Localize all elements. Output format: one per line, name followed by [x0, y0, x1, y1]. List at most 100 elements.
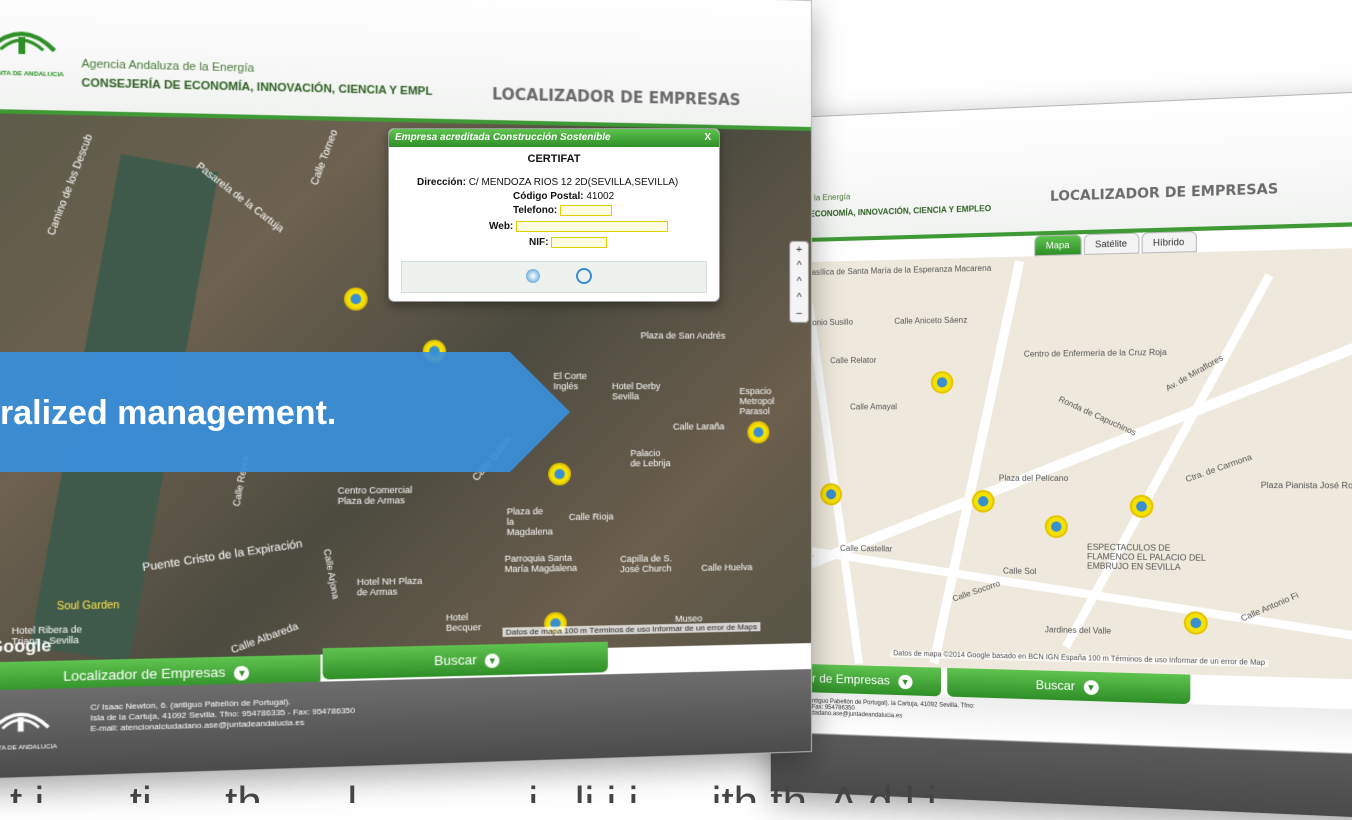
junta-andalucia-logo — [0, 21, 59, 66]
map-label: Plaza de San Andrés — [640, 330, 726, 341]
road-map[interactable]: Basílica de Santa María de la Esperanza … — [770, 247, 1352, 681]
caption-text: t i ti th l i li i i ith th A d l i — [10, 778, 937, 803]
popup-actions — [401, 261, 707, 293]
map-label: Calle Castellar — [840, 543, 893, 554]
map-label: Calle Aniceto Sáenz — [894, 315, 968, 326]
back-window-header: a de la Energía DE ECONOMÍA, INNOVACIÓN,… — [770, 91, 1352, 243]
agency-name: Agencia Andaluza de la Energía — [81, 57, 255, 75]
map-label: Calle Laraña — [673, 421, 725, 432]
zoom-magnifier-icon[interactable] — [576, 268, 592, 284]
map-label: Calle Albareda — [229, 620, 301, 657]
map-label: Basílica de Santa María de la Esperanza … — [806, 263, 992, 278]
nav-search-label: Buscar — [1035, 677, 1076, 694]
map-label: Jardines del Valle — [1044, 624, 1112, 636]
tab-satellite[interactable]: Satélite — [1083, 232, 1139, 256]
address-row: Dirección: C/ MENDOZA RIOS 12 2D(SEVILLA… — [417, 177, 678, 188]
map-label: Ctra. de Carmona — [1184, 452, 1254, 485]
address-value: C/ MENDOZA RIOS 12 2D(SEVILLA,SEVILLA) — [468, 177, 679, 188]
map-label: Museo — [675, 613, 703, 624]
map-label: Soul Garden — [56, 599, 120, 613]
postcode-row: Código Postal: 41002 — [513, 191, 614, 202]
web-field[interactable] — [516, 221, 669, 232]
tab-map[interactable]: Mapa — [1034, 234, 1082, 257]
map-attribution: Datos de mapa 100 m Términos de uso Info… — [502, 622, 761, 637]
company-marker[interactable] — [747, 421, 770, 444]
nav-companies-label: dor de Empresas — [798, 670, 890, 688]
phone-label: Telefono: — [513, 205, 558, 217]
nif-label: NIF: — [529, 237, 549, 249]
background-app-window: a de la Energía DE ECONOMÍA, INNOVACIÓN,… — [770, 90, 1352, 820]
zoom-in-button[interactable]: + — [790, 242, 808, 258]
banner-text: ralized management. — [0, 394, 337, 432]
map-zoom-control: + ^ ^ ^ − — [789, 240, 810, 323]
web-row: Web: — [489, 221, 669, 233]
zoom-level-step[interactable]: ^ — [790, 274, 808, 290]
chevron-down-icon: ▼ — [234, 665, 250, 681]
company-info-popup: Empresa acreditada Construcción Sostenib… — [388, 128, 720, 302]
company-marker[interactable] — [1129, 494, 1154, 519]
ministry-name: DE ECONOMÍA, INNOVACIÓN, CIENCIA Y EMPLE… — [796, 203, 992, 220]
tab-hybrid[interactable]: Híbrido — [1141, 230, 1197, 254]
company-marker[interactable] — [820, 483, 843, 506]
map-label: Calle Huelva — [701, 561, 753, 573]
map-label: Hotel NH Plaza de Armas — [356, 575, 423, 598]
address-label: Dirección: — [417, 177, 466, 188]
map-label: Calle Relator — [830, 355, 877, 366]
map-label: Hotel Becquer — [446, 611, 482, 634]
map-label: Calle Amayal — [850, 402, 898, 412]
map-label: Capilla de S. José Church — [620, 553, 673, 575]
popup-header: Empresa acreditada Construcción Sostenib… — [389, 129, 719, 147]
postcode-value: 41002 — [586, 191, 615, 202]
company-name: CERTIFAT — [527, 153, 581, 165]
company-marker[interactable] — [971, 489, 995, 513]
map-label: Centro de Enfermería de la Cruz Roja — [1023, 347, 1167, 359]
brand-name: JUNTA DE ANDALUCIA — [0, 70, 65, 79]
company-marker[interactable] — [344, 287, 368, 311]
chevron-down-icon: ▼ — [898, 674, 913, 690]
nav-search-tab[interactable]: Buscar ▼ — [322, 641, 608, 680]
map-label: Calle Sol — [1002, 566, 1037, 577]
popup-title: Empresa acreditada Construcción Sostenib… — [395, 132, 611, 143]
nav-search-label: Buscar — [434, 651, 477, 669]
web-label: Web: — [489, 221, 514, 233]
map-label: Puente Cristo de la Expiración — [141, 537, 304, 575]
bottom-caption: t i ti th l i li i i ith th A d l i — [0, 752, 1352, 803]
company-marker[interactable] — [930, 371, 954, 394]
phone-field[interactable] — [560, 205, 613, 216]
close-icon[interactable]: X — [704, 129, 711, 147]
map-label: Plaza de la Magdalena — [506, 506, 553, 538]
map-label: Calle Torneo — [308, 128, 341, 187]
map-label: Calle Rioja — [568, 511, 614, 523]
map-label: Calle Socorro — [951, 578, 1002, 604]
zoom-level-step[interactable]: ^ — [790, 258, 808, 274]
postcode-label: Código Postal: — [513, 191, 584, 202]
nav-companies-label: Localizador de Empresas — [63, 664, 226, 685]
map-label: Parroquia Santa María Magdalena — [504, 552, 578, 575]
phone-row: Telefono: — [513, 205, 613, 217]
nif-row: NIF: — [529, 237, 608, 249]
page-title: LOCALIZADOR DE EMPRESAS — [492, 85, 741, 110]
ministry-name: CONSEJERÍA DE ECONOMÍA, INNOVACIÓN, CIEN… — [81, 76, 433, 99]
front-window-header: JUNTA DE ANDALUCIA Agencia Andaluza de l… — [0, 0, 812, 131]
company-marker[interactable] — [1044, 515, 1068, 539]
map-label: Espacio Metropol Parasol — [739, 386, 775, 417]
chevron-down-icon: ▼ — [485, 652, 500, 668]
zoom-level-step[interactable]: ^ — [790, 290, 808, 306]
map-label: Camino de los Descub — [45, 132, 96, 237]
map-label: Hotel Derby Sevilla — [611, 381, 661, 402]
map-label: Palacio de Lebrija — [630, 447, 671, 469]
company-marker[interactable] — [1183, 611, 1208, 635]
junta-andalucia-logo — [0, 704, 52, 742]
google-logo: Google — [0, 637, 52, 657]
zoom-out-button[interactable]: − — [790, 306, 808, 322]
map-label: Plaza Pianista José Romero — [1260, 480, 1352, 491]
locate-icon[interactable] — [526, 269, 540, 283]
chevron-down-icon: ▼ — [1083, 679, 1099, 695]
nif-field[interactable] — [551, 237, 608, 248]
map-attribution: Datos de mapa ©2014 Google basado en BCN… — [890, 650, 1269, 668]
map-label: Plaza del Pelícano — [998, 473, 1069, 484]
map-label: Calle Arjona — [321, 548, 342, 600]
page-title: LOCALIZADOR DE EMPRESAS — [1050, 181, 1279, 206]
map-label: Ronda de Capuchinos — [1057, 394, 1138, 438]
map-label: Centro Comercial Plaza de Armas — [337, 484, 413, 507]
